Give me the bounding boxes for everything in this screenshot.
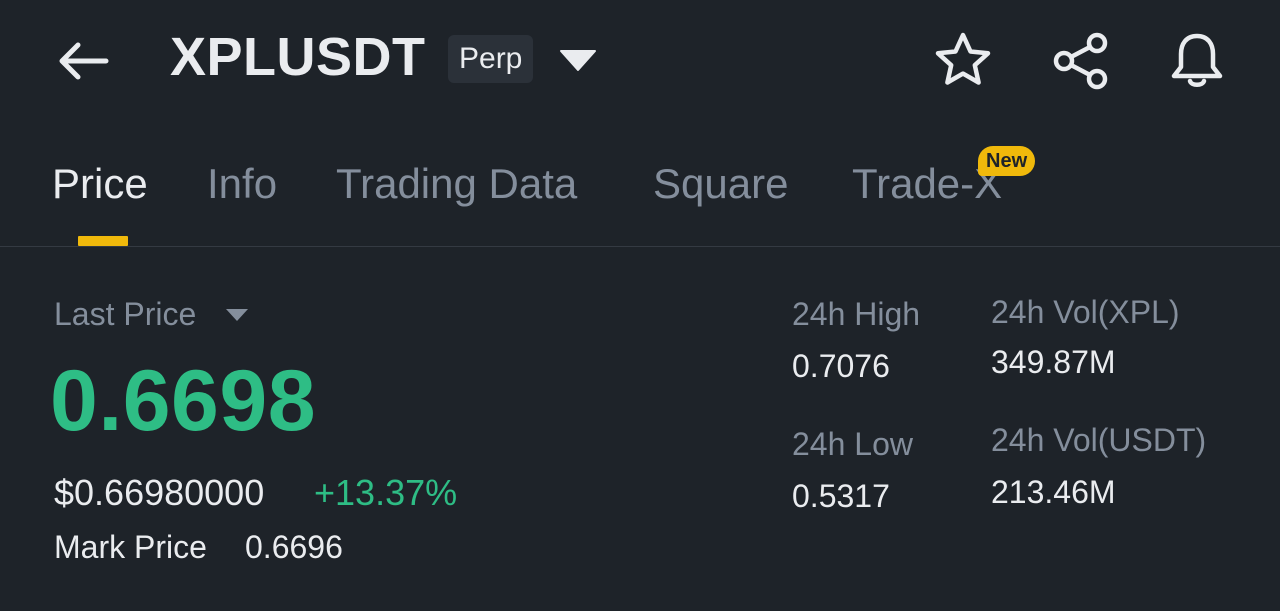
last-price-label[interactable]: Last Price xyxy=(54,296,196,333)
vol-usdt-value: 213.46M xyxy=(991,474,1116,510)
market-detail-screen: XPLUSDT Perp Price Info Trading Data Squ… xyxy=(0,0,1280,611)
tab-info[interactable]: Info xyxy=(207,160,277,208)
perp-badge: Perp xyxy=(448,35,534,83)
low-24h-value: 0.5317 xyxy=(792,478,890,514)
tab-bar: Price Info Trading Data Square Trade-X N… xyxy=(0,120,1280,247)
vol-xpl-label: 24h Vol(XPL) xyxy=(991,294,1180,330)
active-tab-indicator xyxy=(78,236,128,246)
usd-price-value: $0.66980000 xyxy=(54,472,265,513)
share-button[interactable] xyxy=(1050,30,1112,92)
price-change-percent: +13.37% xyxy=(314,472,458,513)
vol-xpl-value: 349.87M xyxy=(991,344,1116,380)
star-icon xyxy=(935,32,991,85)
new-badge: New xyxy=(978,146,1036,176)
symbol-dropdown-button[interactable] xyxy=(558,44,598,76)
tab-trading-data[interactable]: Trading Data xyxy=(336,160,577,208)
tab-square[interactable]: Square xyxy=(653,160,788,208)
price-alert-button[interactable] xyxy=(1166,30,1228,92)
header-bar: XPLUSDT Perp xyxy=(0,0,1280,120)
back-button[interactable] xyxy=(54,36,114,86)
share-icon xyxy=(1053,32,1108,90)
last-price-dropdown[interactable] xyxy=(224,306,250,324)
symbol-title[interactable]: XPLUSDT xyxy=(170,26,426,88)
bell-icon xyxy=(1171,33,1223,87)
mark-price-value: 0.6696 xyxy=(245,529,343,565)
low-24h-label: 24h Low xyxy=(792,426,913,462)
favorite-button[interactable] xyxy=(932,30,994,92)
tab-price[interactable]: Price xyxy=(52,160,148,208)
high-24h-value: 0.7076 xyxy=(792,348,890,384)
caret-down-icon xyxy=(226,309,248,321)
high-24h-label: 24h High xyxy=(792,296,921,332)
mark-price-label: Mark Price xyxy=(54,529,207,565)
vol-usdt-label: 24h Vol(USDT) xyxy=(991,422,1207,458)
last-price-value: 0.6698 xyxy=(50,353,317,449)
arrow-left-icon xyxy=(59,42,109,80)
caret-down-icon xyxy=(560,50,596,71)
